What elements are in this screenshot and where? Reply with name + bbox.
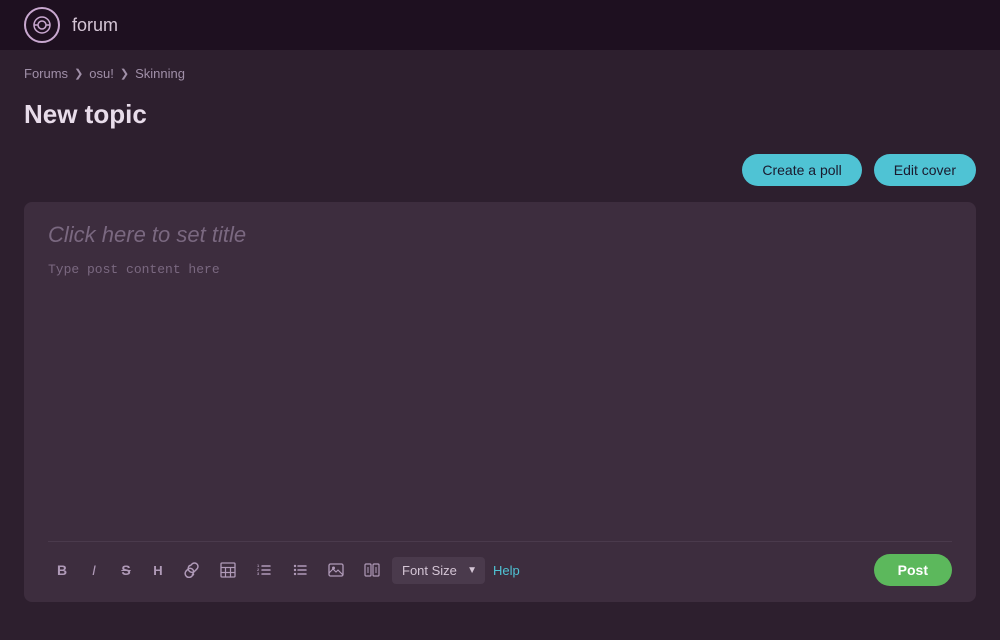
unordered-list-icon (292, 562, 308, 578)
navbar: forum (0, 0, 1000, 50)
page-title-section: New topic (0, 91, 1000, 146)
action-bar: Create a poll Edit cover (0, 146, 1000, 194)
svg-text:3: 3 (257, 571, 260, 576)
title-input[interactable] (48, 222, 952, 248)
heading-icon: H (153, 563, 162, 578)
image-icon (328, 562, 344, 578)
heading-button[interactable]: H (144, 557, 172, 584)
image-button[interactable] (320, 556, 352, 584)
create-poll-button[interactable]: Create a poll (742, 154, 861, 186)
unordered-list-button[interactable] (284, 556, 316, 584)
font-size-wrapper: Font Size Small Normal Large Huge ▼ (392, 557, 485, 584)
breadcrumb-forums[interactable]: Forums (24, 66, 68, 81)
strikethrough-button[interactable]: S (112, 556, 140, 584)
bold-button[interactable]: B (48, 556, 76, 584)
strikethrough-icon: S (121, 562, 130, 578)
chevron-icon-2: ❯ (120, 67, 129, 80)
editor-panel: B I S H (24, 202, 976, 602)
link-button[interactable] (176, 556, 208, 584)
bold-icon: B (57, 562, 67, 578)
bbcode-icon (364, 562, 380, 578)
brand-name: forum (72, 15, 118, 36)
breadcrumb-skinning[interactable]: Skinning (135, 66, 185, 81)
ordered-list-button[interactable]: 1 2 3 (248, 556, 280, 584)
italic-button[interactable]: I (80, 556, 108, 584)
help-link[interactable]: Help (493, 563, 520, 578)
editor-toolbar: B I S H (48, 541, 952, 586)
page-title: New topic (24, 99, 976, 130)
toolbar-right: Post (874, 554, 952, 586)
content-input[interactable] (48, 260, 952, 541)
font-size-dropdown[interactable]: Font Size Small Normal Large Huge (392, 557, 485, 584)
post-button[interactable]: Post (874, 554, 952, 586)
table-icon (220, 562, 236, 578)
breadcrumb: Forums ❯ osu! ❯ Skinning (0, 50, 1000, 91)
edit-cover-button[interactable]: Edit cover (874, 154, 976, 186)
bbcode-button[interactable] (356, 556, 388, 584)
italic-icon: I (92, 562, 96, 578)
logo-icon[interactable] (24, 7, 60, 43)
link-icon (184, 562, 200, 578)
ordered-list-icon: 1 2 3 (256, 562, 272, 578)
table-button[interactable] (212, 556, 244, 584)
chevron-icon-1: ❯ (74, 67, 83, 80)
breadcrumb-osu[interactable]: osu! (89, 66, 114, 81)
